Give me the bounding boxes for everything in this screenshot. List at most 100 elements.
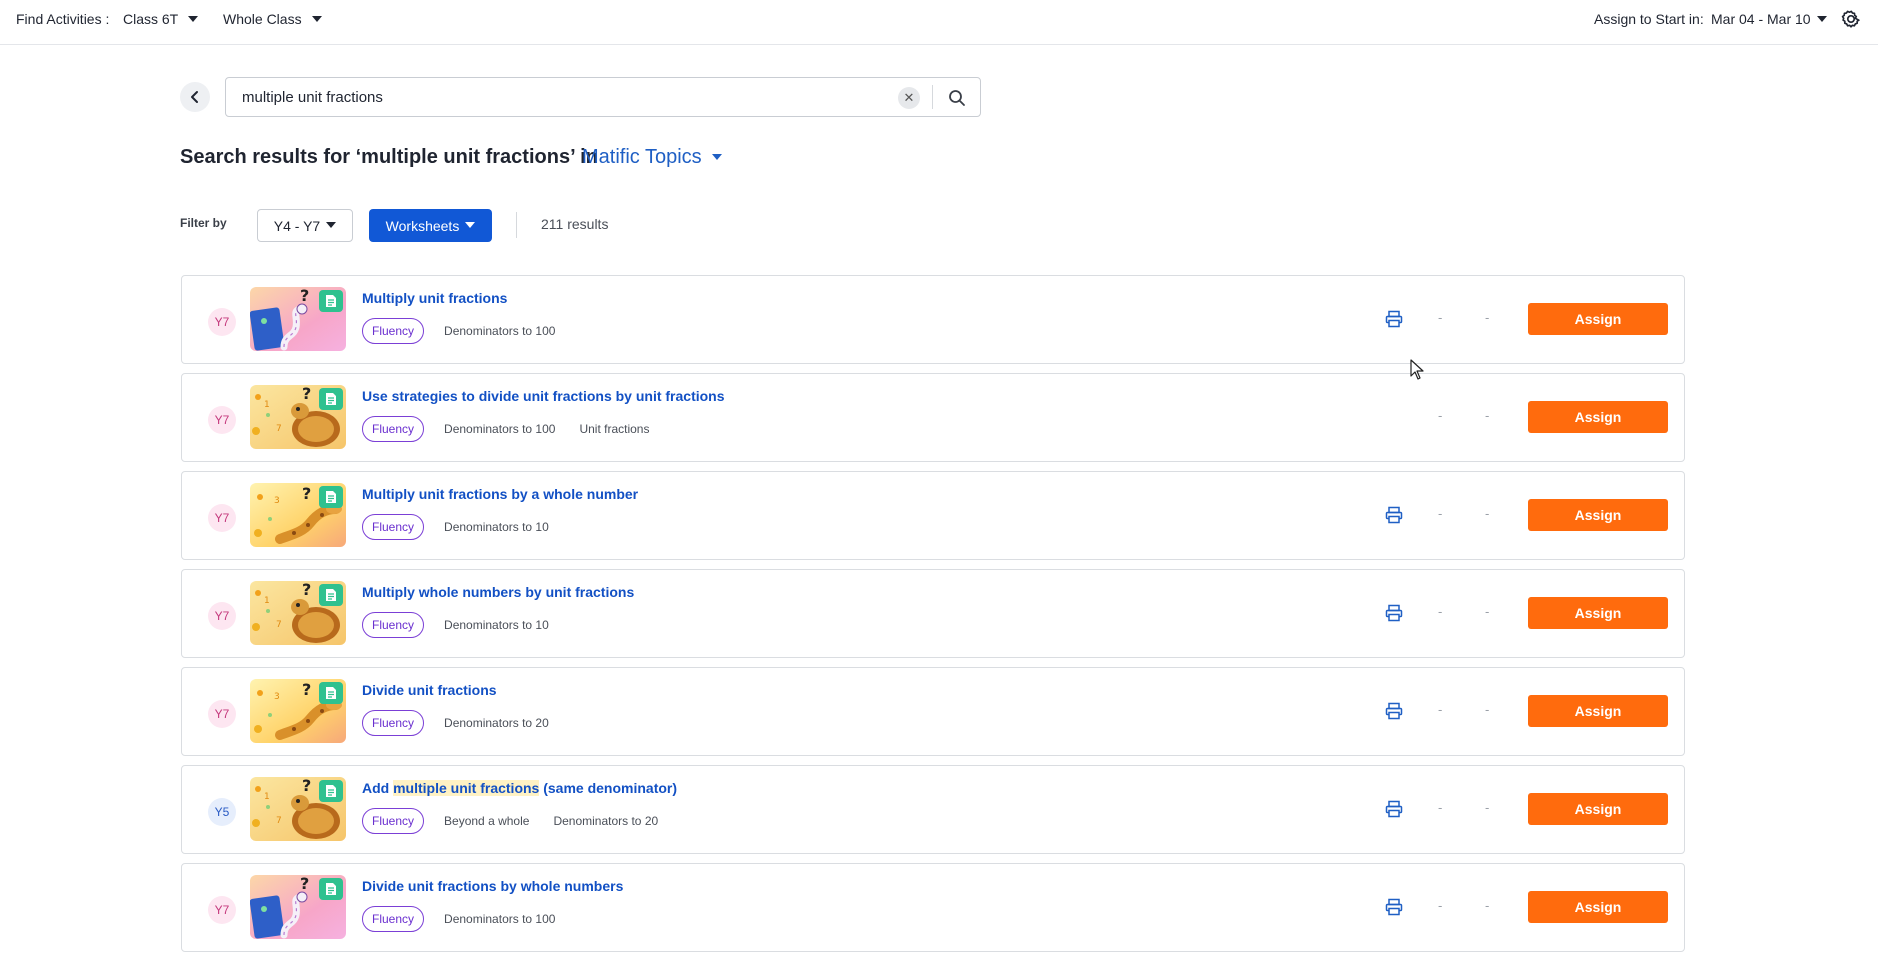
close-icon: ✕ (903, 90, 915, 105)
svg-text:?: ? (302, 777, 311, 795)
clear-search-button[interactable]: ✕ (898, 87, 920, 109)
printer-icon (1385, 702, 1403, 720)
search-icon (949, 90, 965, 106)
activity-thumbnail[interactable]: 1 7? (250, 581, 346, 645)
activity-thumbnail[interactable]: ? (250, 287, 346, 351)
result-row: Y7 ? Divide unit fractions by whole numb… (181, 863, 1685, 952)
printer-icon (1385, 800, 1403, 818)
activity-tags: Fluency Denominators to 20 (362, 710, 573, 736)
year-badge: Y7 (208, 700, 236, 728)
svg-text:3: 3 (274, 692, 280, 702)
top-bar: Find Activities : Class 6T Whole Class A… (0, 0, 1878, 45)
printer-icon (1385, 310, 1403, 328)
mouse-cursor-icon (1410, 359, 1424, 380)
year-badge: Y7 (208, 406, 236, 434)
back-button[interactable] (180, 82, 210, 112)
worksheet-doc-icon (319, 388, 343, 410)
activity-meta-tag: Denominators to 100 (444, 324, 556, 338)
status-placeholder: - (1438, 506, 1443, 521)
chevron-left-icon (191, 91, 198, 103)
activity-title-link[interactable]: Multiply whole numbers by unit fractions (362, 584, 634, 600)
worksheet-doc-icon (319, 486, 343, 508)
activity-tags: Fluency Denominators to 100 (362, 906, 579, 932)
activity-title-link[interactable]: Multiply unit fractions (362, 290, 507, 306)
year-filter-dropdown[interactable]: Y4 - Y7 (257, 209, 353, 242)
assign-start-label: Assign to Start in: (1594, 11, 1704, 27)
activity-tags: Fluency Denominators to 100 Unit fraction… (362, 416, 673, 442)
svg-text:1: 1 (264, 792, 270, 802)
svg-text:?: ? (302, 680, 311, 699)
activity-thumbnail[interactable]: 3? (250, 679, 346, 743)
search-box: ✕ (225, 77, 981, 117)
group-selector-value: Whole Class (223, 11, 302, 27)
group-selector[interactable]: Whole Class (223, 11, 322, 27)
assign-button[interactable]: Assign (1528, 401, 1668, 433)
activity-title-link[interactable]: Divide unit fractions by whole numbers (362, 878, 623, 894)
year-badge: Y7 (208, 602, 236, 630)
worksheet-doc-icon (319, 682, 343, 704)
worksheet-doc-icon (319, 584, 343, 606)
svg-text:1: 1 (264, 596, 270, 606)
activity-thumbnail[interactable]: 1 7? (250, 385, 346, 449)
activity-title-link[interactable]: Multiply unit fractions by a whole numbe… (362, 486, 638, 502)
search-button[interactable] (944, 85, 970, 111)
fluency-tag: Fluency (362, 906, 425, 932)
print-button[interactable] (1383, 602, 1405, 624)
results-count: 211 results (541, 216, 609, 232)
class-selector[interactable]: Class 6T (123, 11, 199, 27)
print-button[interactable] (1383, 504, 1405, 526)
fluency-tag: Fluency (362, 612, 425, 638)
activity-title-link[interactable]: Add multiple unit fractions (same denomi… (362, 780, 677, 796)
print-button[interactable] (1383, 798, 1405, 820)
status-placeholder: - (1438, 604, 1443, 619)
activity-meta-tag: Denominators to 10 (444, 618, 549, 632)
svg-text:?: ? (300, 875, 309, 893)
activity-tags: Fluency Denominators to 10 (362, 514, 573, 540)
activity-tags: Fluency Beyond a whole Denominators to 20 (362, 808, 682, 834)
activity-meta-tag: Beyond a whole (444, 814, 530, 828)
assign-button[interactable]: Assign (1528, 303, 1668, 335)
fluency-tag: Fluency (362, 514, 425, 540)
search-input[interactable] (242, 78, 882, 116)
topics-selector[interactable]: Matific Topics (582, 146, 722, 169)
activity-thumbnail[interactable]: ? (250, 875, 346, 939)
year-badge: Y5 (208, 798, 236, 826)
svg-text:7: 7 (276, 620, 282, 630)
assign-button[interactable]: Assign (1528, 793, 1668, 825)
svg-text:7: 7 (276, 816, 282, 826)
activity-meta-tag: Denominators to 100 (444, 422, 556, 436)
assign-button[interactable]: Assign (1528, 499, 1668, 531)
svg-text:?: ? (302, 581, 311, 599)
activity-title-link[interactable]: Divide unit fractions (362, 682, 497, 698)
title-part: (same denominator) (539, 780, 678, 796)
print-button[interactable] (1383, 896, 1405, 918)
activity-tags: Fluency Denominators to 100 (362, 318, 579, 344)
activity-meta-tag: Denominators to 100 (444, 912, 556, 926)
assign-button[interactable]: Assign (1528, 597, 1668, 629)
worksheet-doc-icon (319, 878, 343, 900)
gear-icon[interactable] (1840, 8, 1862, 30)
chevron-down-icon (188, 16, 199, 23)
date-range-selector[interactable]: Mar 04 - Mar 10 (1711, 11, 1827, 27)
status-placeholder: - (1438, 702, 1443, 717)
assign-button[interactable]: Assign (1528, 695, 1668, 727)
svg-text:?: ? (302, 484, 311, 503)
fluency-tag: Fluency (362, 710, 425, 736)
activity-thumbnail[interactable]: 1 7? (250, 777, 346, 841)
print-button[interactable] (1383, 700, 1405, 722)
result-row: Y7 3? Divide unit fractions Fluency Deno… (181, 667, 1685, 756)
assign-button[interactable]: Assign (1528, 891, 1668, 923)
activity-meta-tag: Denominators to 20 (553, 814, 659, 828)
fluency-tag: Fluency (362, 318, 425, 344)
activity-thumbnail[interactable]: 3? (250, 483, 346, 547)
search-highlight: multiple unit fractions (393, 780, 540, 796)
status-placeholder: - (1438, 898, 1443, 913)
activity-tags: Fluency Denominators to 10 (362, 612, 573, 638)
svg-text:?: ? (300, 287, 309, 305)
type-filter-dropdown[interactable]: Worksheets (369, 209, 492, 242)
print-button[interactable] (1383, 308, 1405, 330)
result-row: Y7 3? Multiply unit fractions by a whole… (181, 471, 1685, 560)
class-selector-value: Class 6T (123, 11, 179, 27)
activity-title-link[interactable]: Use strategies to divide unit fractions … (362, 388, 725, 404)
svg-text:?: ? (302, 385, 311, 403)
